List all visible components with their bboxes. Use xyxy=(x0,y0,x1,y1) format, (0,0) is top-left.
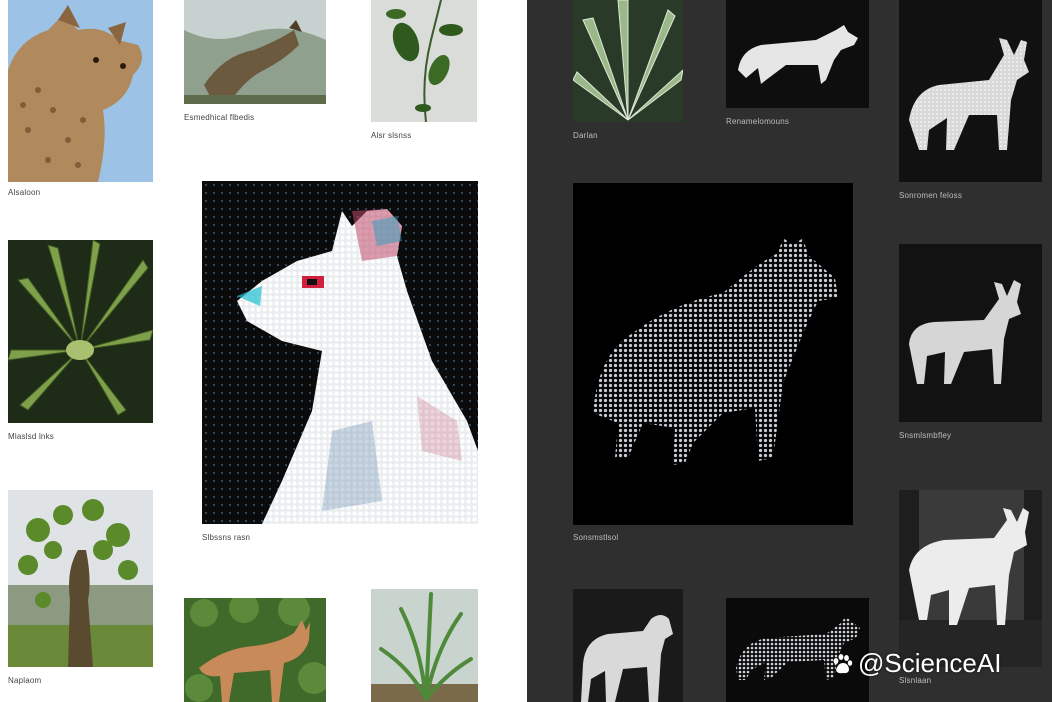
sprig-caption: Alsr slsnss xyxy=(371,131,412,140)
shrub-photo[interactable] xyxy=(8,490,153,667)
deer-top-caption: Sonromen feloss xyxy=(899,191,963,200)
sprig-photo[interactable] xyxy=(371,0,477,122)
right-gallery-panel: Darlan Renamelomouns Sonromen feloss Son… xyxy=(527,0,1052,702)
pixel-llama-artwork[interactable] xyxy=(202,181,478,524)
shrub-caption: Naplaom xyxy=(8,676,42,685)
deer-foliage-photo[interactable] xyxy=(184,598,326,702)
aloe-caption: Darlan xyxy=(573,131,598,140)
white-goat-caption: Renamelomouns xyxy=(726,117,790,126)
pixel-llama-caption: Slbssns rasn xyxy=(202,533,251,542)
pixel-wolf-artwork[interactable] xyxy=(573,183,853,525)
white-dog-photo[interactable] xyxy=(573,589,683,702)
left-gallery-panel: Alsaloon Esmedhical flbedis Alsr slsnss xyxy=(0,0,527,702)
deer-mid-photo[interactable] xyxy=(899,244,1042,422)
deer-mid-caption: Snsmlsmbfley xyxy=(899,431,952,440)
aloe-photo[interactable] xyxy=(573,0,683,122)
grass-photo[interactable] xyxy=(371,589,478,702)
paw-icon xyxy=(830,652,854,676)
goat-bottom-photo[interactable] xyxy=(899,490,1042,667)
pixel-wolf-caption: Sonsmstlsol xyxy=(573,533,619,542)
succulent-caption: Mlaslsd lnks xyxy=(8,432,54,441)
watermark: @ScienceAI xyxy=(830,648,1001,679)
cheetah-caption: Alsaloon xyxy=(8,188,41,197)
deer-top-photo[interactable] xyxy=(899,0,1042,182)
white-goat-photo[interactable] xyxy=(726,0,869,108)
wildcat-caption: Esmedhical flbedis xyxy=(184,113,255,122)
watermark-text: @ScienceAI xyxy=(858,648,1002,678)
cheetah-photo[interactable] xyxy=(8,0,153,182)
succulent-photo[interactable] xyxy=(8,240,153,423)
wildcat-photo[interactable] xyxy=(184,0,326,104)
